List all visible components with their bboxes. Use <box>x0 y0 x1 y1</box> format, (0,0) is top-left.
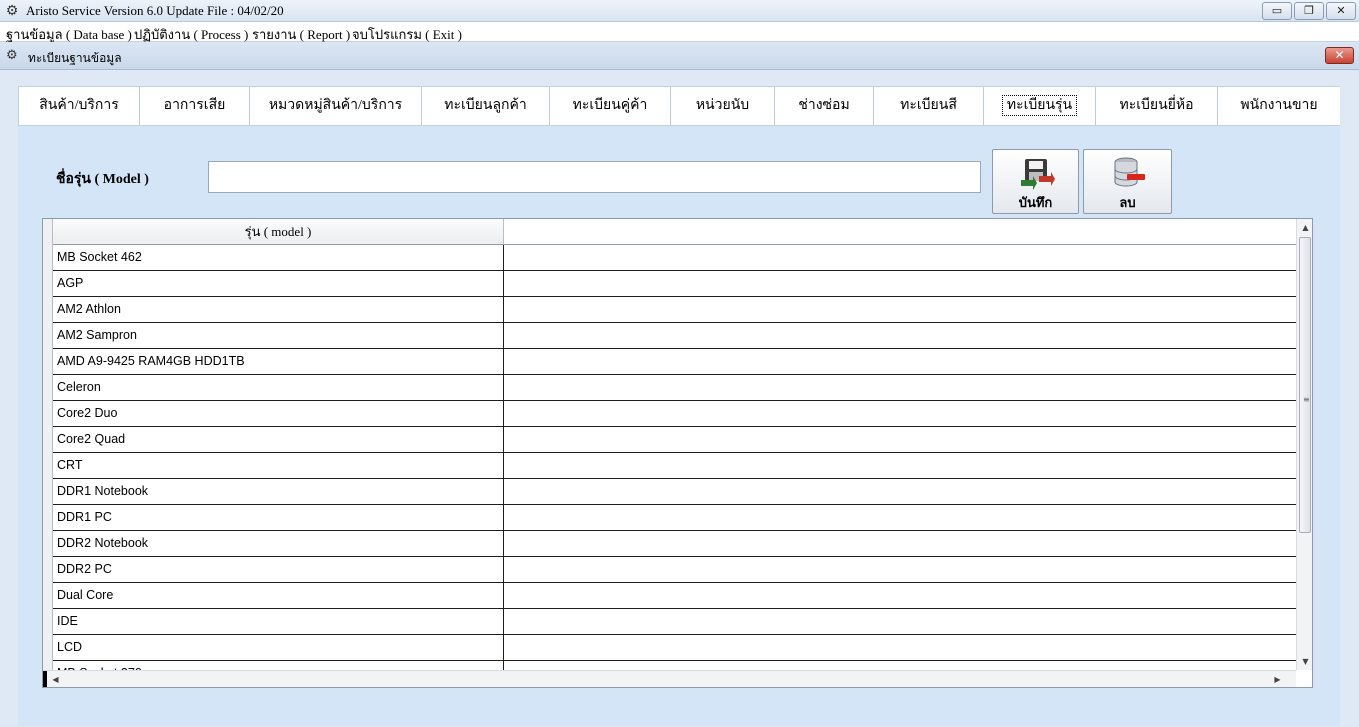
empty-cell <box>504 531 1296 556</box>
table-row[interactable]: IDE <box>53 609 1296 635</box>
table-row[interactable]: CRT <box>53 453 1296 479</box>
table-row[interactable]: Celeron <box>53 375 1296 401</box>
empty-cell <box>504 583 1296 608</box>
model-cell[interactable]: AM2 Sampron <box>53 323 504 348</box>
table-row[interactable]: MB Socket 462 <box>53 245 1296 271</box>
tab-salespeople[interactable]: พนักงานขาย <box>1218 87 1340 125</box>
table-row[interactable]: AM2 Athlon <box>53 297 1296 323</box>
empty-cell <box>504 557 1296 582</box>
empty-cell <box>504 401 1296 426</box>
table-row[interactable]: Core2 Quad <box>53 427 1296 453</box>
tab-products[interactable]: สินค้า/บริการ <box>19 87 140 125</box>
tab-symptoms[interactable]: อาการเสีย <box>140 87 250 125</box>
column-header-filler <box>504 219 1296 245</box>
vertical-scrollbar[interactable]: ▲ ≡ ▼ <box>1296 219 1312 670</box>
empty-cell <box>504 245 1296 270</box>
model-label: ชื่อรุ่น ( Model ) <box>56 172 149 187</box>
model-input[interactable] <box>208 161 981 193</box>
tab-models[interactable]: ทะเบียนรุ่น <box>984 87 1096 125</box>
save-button[interactable]: บันทึก <box>992 149 1079 214</box>
model-cell[interactable]: Celeron <box>53 375 504 400</box>
table-row[interactable]: Dual Core <box>53 583 1296 609</box>
scroll-down-icon[interactable]: ▼ <box>1297 653 1312 670</box>
empty-cell <box>504 453 1296 478</box>
minimize-button[interactable]: ▭ <box>1262 2 1292 20</box>
window-title: Aristo Service Version 6.0 Update File :… <box>26 3 284 18</box>
empty-cell <box>504 427 1296 452</box>
table-row[interactable]: DDR2 PC <box>53 557 1296 583</box>
table-row[interactable]: MB Socket 370 <box>53 661 1296 670</box>
delete-button-label: ลบ <box>1119 195 1136 210</box>
empty-cell <box>504 375 1296 400</box>
tab-partners[interactable]: ทะเบียนคู่ค้า <box>550 87 671 125</box>
floppy-disk-icon <box>1020 159 1055 190</box>
model-cell[interactable]: DDR2 Notebook <box>53 531 504 556</box>
table-row[interactable]: AGP <box>53 271 1296 297</box>
table-row[interactable]: DDR2 Notebook <box>53 531 1296 557</box>
model-cell[interactable]: MB Socket 462 <box>53 245 504 270</box>
empty-cell <box>504 323 1296 348</box>
title-bar: ⚙ Aristo Service Version 6.0 Update File… <box>0 0 1359 22</box>
model-cell[interactable]: Core2 Quad <box>53 427 504 452</box>
model-cell[interactable]: Core2 Duo <box>53 401 504 426</box>
scroll-right-icon[interactable]: ▶ <box>1269 671 1286 687</box>
delete-button[interactable]: ลบ <box>1083 149 1172 214</box>
model-cell[interactable]: AM2 Athlon <box>53 297 504 322</box>
empty-cell <box>504 609 1296 634</box>
empty-cell <box>504 635 1296 660</box>
empty-cell <box>504 349 1296 374</box>
scroll-up-icon[interactable]: ▲ <box>1297 219 1312 236</box>
vertical-scroll-thumb[interactable]: ≡ <box>1299 237 1311 533</box>
child-window-title: ทะเบียนฐานข้อมูล <box>28 51 122 65</box>
tab-technicians[interactable]: ช่างซ่อม <box>775 87 874 125</box>
model-cell[interactable]: IDE <box>53 609 504 634</box>
app-icon: ⚙ <box>5 3 19 19</box>
empty-cell <box>504 271 1296 296</box>
tab-categories[interactable]: หมวดหมู่สินค้า/บริการ <box>250 87 422 125</box>
scroll-left-icon[interactable]: ◀ <box>47 671 64 687</box>
grid-rows: MB Socket 462 AGP AM2 Athlon AM2 Sampron AMD… <box>53 245 1296 670</box>
tab-brands[interactable]: ทะเบียนยี่ห้อ <box>1096 87 1218 125</box>
empty-cell <box>504 297 1296 322</box>
tab-colors[interactable]: ทะเบียนสี <box>874 87 984 125</box>
table-row[interactable]: Core2 Duo <box>53 401 1296 427</box>
close-button[interactable]: ✕ <box>1326 2 1356 20</box>
restore-button[interactable]: ❐ <box>1294 2 1324 20</box>
child-window-caption: ⚙ ทะเบียนฐานข้อมูล ✕ <box>0 42 1359 70</box>
model-cell[interactable]: AGP <box>53 271 504 296</box>
scroll-grip-icon: ≡ <box>1303 395 1310 404</box>
model-cell[interactable]: DDR1 PC <box>53 505 504 530</box>
model-cell[interactable]: LCD <box>53 635 504 660</box>
table-row[interactable]: AMD A9-9425 RAM4GB HDD1TB <box>53 349 1296 375</box>
tab-customers[interactable]: ทะเบียนลูกค้า <box>422 87 550 125</box>
tab-strip: สินค้า/บริการ อาการเสีย หมวดหมู่สินค้า/บ… <box>18 86 1340 126</box>
column-header-model[interactable]: รุ่น ( model ) <box>53 219 504 245</box>
database-delete-icon <box>1114 157 1145 187</box>
row-header-strip <box>43 219 53 670</box>
model-cell[interactable]: Dual Core <box>53 583 504 608</box>
model-cell[interactable]: CRT <box>53 453 504 478</box>
table-row[interactable]: AM2 Sampron <box>53 323 1296 349</box>
empty-cell <box>504 661 1296 670</box>
empty-cell <box>504 479 1296 504</box>
table-row[interactable]: DDR1 PC <box>53 505 1296 531</box>
table-row[interactable]: DDR1 Notebook <box>53 479 1296 505</box>
model-cell[interactable]: DDR2 PC <box>53 557 504 582</box>
horizontal-scrollbar[interactable]: ◀ ▶ <box>43 670 1296 687</box>
model-grid[interactable]: รุ่น ( model ) MB Socket 462 AGP AM2 Athlo… <box>42 218 1313 688</box>
empty-cell <box>504 505 1296 530</box>
model-cell[interactable]: MB Socket 370 <box>53 661 504 670</box>
model-cell[interactable]: DDR1 Notebook <box>53 479 504 504</box>
save-button-label: บันทึก <box>1018 195 1053 210</box>
model-cell[interactable]: AMD A9-9425 RAM4GB HDD1TB <box>53 349 504 374</box>
table-row[interactable]: LCD <box>53 635 1296 661</box>
child-close-button[interactable]: ✕ <box>1325 47 1354 64</box>
tab-units[interactable]: หน่วยนับ <box>671 87 775 125</box>
menu-bar: ฐานข้อมูล ( Data base ) ปฏิบัติงาน ( Pro… <box>0 22 1359 42</box>
child-window-icon: ⚙ <box>6 48 18 63</box>
